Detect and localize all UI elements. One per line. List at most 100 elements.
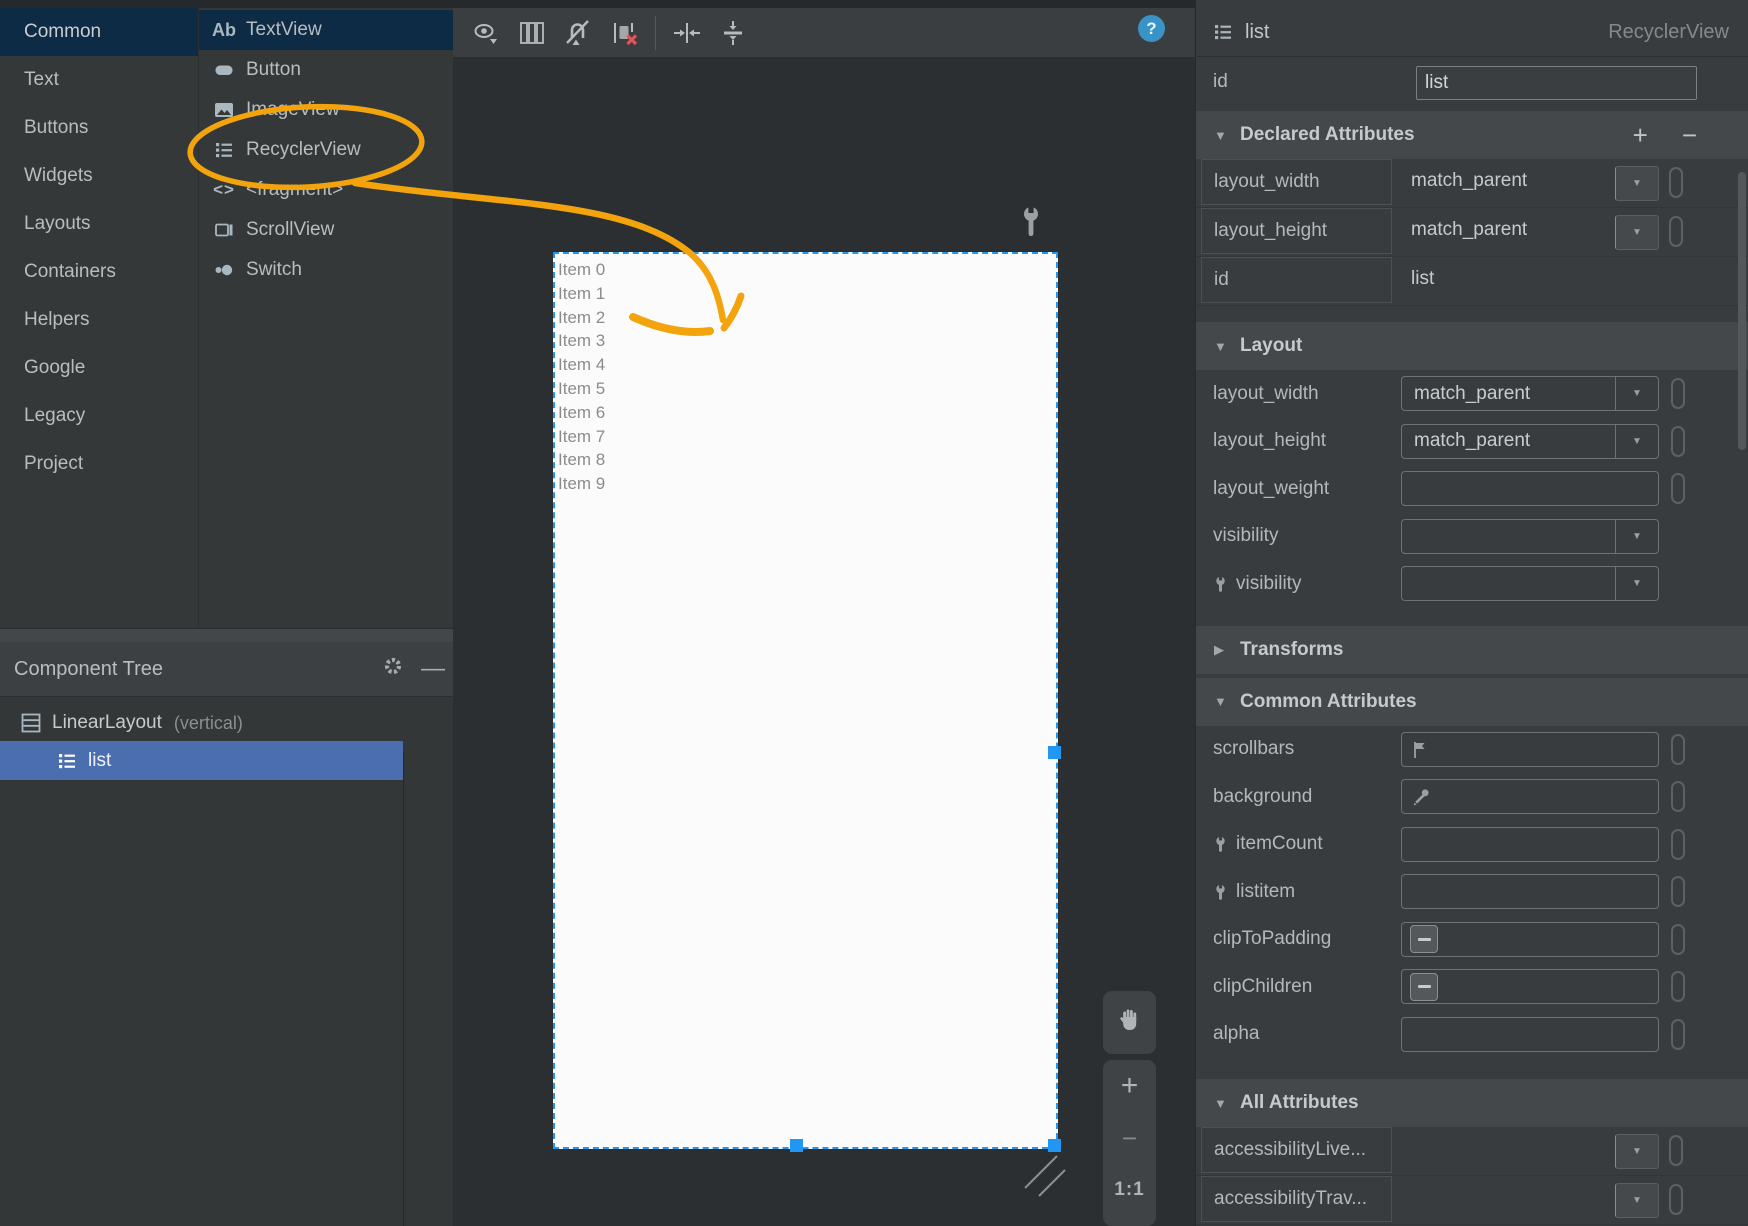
text-field[interactable]: [1401, 471, 1659, 507]
device-preview-recyclerview[interactable]: Item 0 Item 1 Item 2 Item 3 Item 4 Item 5 Item…: [553, 252, 1058, 1149]
pin-toggle[interactable]: [1671, 923, 1685, 955]
pin-toggle[interactable]: [1671, 473, 1685, 505]
palette-component-switch[interactable]: Switch: [199, 250, 453, 290]
checkbox-indeterminate[interactable]: [1410, 925, 1438, 954]
pin-toggle[interactable]: [1669, 1184, 1683, 1215]
flag-icon[interactable]: [1411, 740, 1429, 759]
palette-category-project[interactable]: Project: [0, 440, 198, 488]
add-attribute-button[interactable]: +: [1633, 122, 1648, 148]
pin-toggle[interactable]: [1671, 378, 1685, 410]
combo-box[interactable]: ▼: [1401, 518, 1659, 554]
combo-box[interactable]: ▼: [1401, 566, 1659, 602]
pin-toggle[interactable]: [1671, 425, 1685, 457]
section-header-common[interactable]: ▼ Common Attributes: [1196, 677, 1748, 726]
palette-component-scrollview[interactable]: ScrollView: [199, 210, 453, 250]
caret-down-icon[interactable]: ▼: [1616, 531, 1658, 542]
caret-down-icon[interactable]: ▼: [1616, 388, 1658, 399]
palette-category-google[interactable]: Google: [0, 344, 198, 392]
chevron-down-icon: ▼: [1214, 127, 1227, 143]
zoom-reset-button[interactable]: 1:1: [1103, 1164, 1156, 1216]
palette-component-button[interactable]: Button: [199, 50, 453, 90]
recyclerview-icon: [216, 143, 232, 158]
caret-down-icon[interactable]: ▼: [1616, 436, 1658, 447]
section-header-declared[interactable]: ▼ Declared Attributes + −: [1196, 111, 1748, 159]
wrench-icon: [1213, 836, 1228, 853]
text-field[interactable]: [1401, 731, 1659, 767]
view-options-button[interactable]: [463, 13, 509, 53]
distribute-vertical-button[interactable]: [710, 13, 756, 53]
combo-box[interactable]: match_parent ▼: [1401, 376, 1659, 412]
attribute-row-clipToPadding: clipToPadding: [1196, 916, 1748, 964]
align-horizontal-center-button[interactable]: [664, 13, 710, 53]
section-header-layout[interactable]: ▼ Layout: [1196, 322, 1748, 370]
pin-toggle[interactable]: [1671, 828, 1685, 860]
attribute-row-itemCount: itemCount: [1196, 821, 1748, 869]
attribute-value: list: [1411, 268, 1435, 289]
section-title: Transforms: [1240, 638, 1344, 660]
combo-box[interactable]: match_parent ▼: [1401, 423, 1659, 459]
section-header-all[interactable]: ▼ All Attributes: [1196, 1079, 1748, 1127]
zoom-out-button[interactable]: −: [1103, 1112, 1156, 1164]
pin-toggle[interactable]: [1671, 876, 1685, 908]
pin-toggle[interactable]: [1669, 1135, 1683, 1166]
autoconnect-off-icon: [566, 19, 589, 45]
pin-toggle[interactable]: [1671, 1018, 1685, 1050]
dropdown-button[interactable]: ▼: [1615, 215, 1659, 250]
palette-category-legacy[interactable]: Legacy: [0, 392, 198, 440]
wrench-small-icon: [1216, 883, 1225, 900]
text-field[interactable]: [1401, 779, 1659, 815]
component-tree-settings-button[interactable]: [373, 654, 413, 684]
attribute-label: visibility: [1213, 573, 1401, 595]
orientation-variants-button[interactable]: [509, 13, 555, 53]
section-title: All Attributes: [1240, 1092, 1359, 1113]
pin-toggle[interactable]: [1669, 216, 1683, 247]
pan-button[interactable]: [1103, 991, 1156, 1054]
resize-handle-bottom[interactable]: [790, 1139, 803, 1152]
palette-component-fragment[interactable]: <> <fragment>: [199, 170, 453, 210]
palette-category-widgets[interactable]: Widgets: [0, 152, 198, 200]
checkbox-field: [1401, 921, 1659, 957]
checkbox-indeterminate[interactable]: [1410, 972, 1438, 1001]
resize-handle-right[interactable]: [1048, 746, 1061, 759]
dropdown-button[interactable]: ▼: [1615, 166, 1659, 201]
palette-component-imageview[interactable]: ImageView: [199, 90, 453, 130]
text-field[interactable]: [1401, 1016, 1659, 1052]
dropdown-button[interactable]: ▼: [1615, 1134, 1659, 1169]
clear-constraints-button[interactable]: [601, 13, 647, 53]
resize-handle-corner[interactable]: [1048, 1139, 1061, 1152]
palette-category-buttons[interactable]: Buttons: [0, 104, 198, 152]
pin-toggle[interactable]: [1669, 167, 1683, 198]
design-surface[interactable]: Item 0 Item 1 Item 2 Item 3 Item 4 Item 5 Item…: [453, 57, 1195, 1226]
palette-category-containers[interactable]: Containers: [0, 248, 198, 296]
palette-panel: Common Text Buttons Widgets Layouts Container…: [0, 8, 453, 628]
attribute-label: layout_height: [1213, 430, 1327, 452]
palette-component-textview[interactable]: Ab TextView: [199, 10, 453, 50]
pin-toggle[interactable]: [1671, 733, 1685, 765]
palette-component-recyclerview[interactable]: RecyclerView: [199, 130, 453, 170]
caret-down-icon: ▼: [1632, 1146, 1642, 1157]
attribute-label: alpha: [1213, 1023, 1260, 1045]
autoconnect-off-button[interactable]: [555, 13, 601, 53]
tree-row-list[interactable]: list: [0, 741, 403, 780]
pin-toggle[interactable]: [1671, 971, 1685, 1003]
palette-category-text[interactable]: Text: [0, 56, 198, 104]
dropdown-button[interactable]: ▼: [1615, 1183, 1659, 1218]
text-field[interactable]: [1401, 826, 1659, 862]
palette-category-layouts[interactable]: Layouts: [0, 200, 198, 248]
help-button[interactable]: ?: [1138, 15, 1165, 42]
caret-down-icon[interactable]: ▼: [1616, 578, 1658, 589]
picker-icon[interactable]: [1411, 787, 1431, 807]
combo-value: match_parent: [1414, 382, 1531, 404]
section-header-transforms[interactable]: ▶ Transforms: [1196, 625, 1748, 674]
tree-row-linearlayout[interactable]: LinearLayout (vertical): [0, 705, 453, 741]
palette-category-common[interactable]: Common: [0, 8, 198, 56]
recyclerview-item: Item 7: [558, 426, 606, 446]
zoom-in-button[interactable]: +: [1103, 1060, 1156, 1112]
remove-attribute-button[interactable]: −: [1682, 122, 1697, 148]
pin-toggle[interactable]: [1671, 781, 1685, 813]
palette-category-helpers[interactable]: Helpers: [0, 296, 198, 344]
component-tree-hide-button[interactable]: —: [413, 655, 453, 683]
attributes-scrollbar-thumb[interactable]: [1738, 172, 1746, 450]
text-field[interactable]: [1401, 874, 1659, 910]
id-input[interactable]: [1416, 66, 1697, 100]
